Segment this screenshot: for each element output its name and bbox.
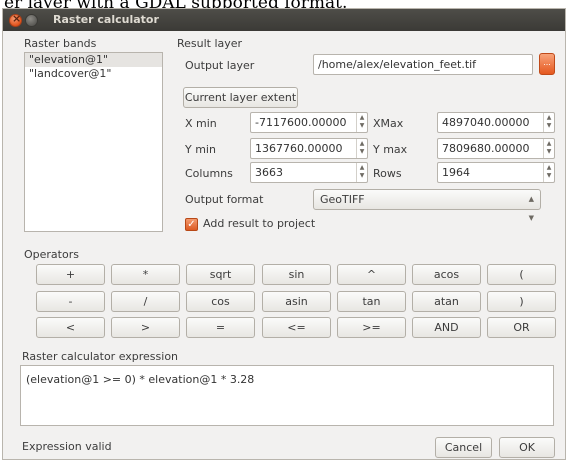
operator-minus-button[interactable]: -	[36, 291, 105, 312]
raster-bands-list[interactable]: "elevation@1" "landcover@1"	[24, 52, 163, 232]
xmax-spinbox[interactable]: 4897040.00000 ▲ ▼	[437, 112, 555, 133]
result-layer-heading: Result layer	[177, 37, 243, 50]
output-layer-label: Output layer	[185, 59, 255, 72]
expression-status: Expression valid	[22, 440, 112, 453]
operator-close-paren-button[interactable]: )	[487, 291, 556, 312]
xmax-label: XMax	[373, 117, 404, 130]
operator-equals-button[interactable]: =	[186, 317, 255, 338]
operator-less-than-button[interactable]: <	[36, 317, 105, 338]
operator-atan-button[interactable]: atan	[412, 291, 481, 312]
current-layer-extent-button[interactable]: Current layer extent	[183, 87, 298, 108]
xmax-spin-arrows-icon[interactable]: ▲ ▼	[543, 113, 554, 132]
ok-button[interactable]: OK	[499, 437, 555, 458]
operator-open-paren-button[interactable]: (	[487, 264, 556, 285]
ymax-spin-arrows-icon[interactable]: ▲ ▼	[543, 139, 554, 158]
add-result-label: Add result to project	[203, 217, 316, 230]
operator-tan-button[interactable]: tan	[337, 291, 406, 312]
operator-plus-button[interactable]: +	[36, 264, 105, 285]
cancel-button[interactable]: Cancel	[435, 437, 492, 458]
operator-sqrt-button[interactable]: sqrt	[186, 264, 255, 285]
ymax-label: Y max	[373, 143, 408, 156]
xmin-value: -7117600.00000	[255, 116, 347, 129]
ymax-value: 7809680.00000	[442, 142, 530, 155]
operator-acos-button[interactable]: acos	[412, 264, 481, 285]
expression-text: (elevation@1 >= 0) * elevation@1 * 3.28	[26, 373, 255, 386]
operators-heading: Operators	[24, 248, 79, 261]
browse-button[interactable]: ...	[539, 53, 555, 75]
expression-heading: Raster calculator expression	[22, 350, 179, 363]
columns-spin-arrows-icon[interactable]: ▲ ▼	[356, 163, 367, 182]
raster-band-item-landcover[interactable]: "landcover@1"	[25, 67, 162, 81]
rows-value: 1964	[442, 166, 470, 179]
raster-bands-heading: Raster bands	[24, 37, 97, 50]
columns-spinbox[interactable]: 3663 ▲ ▼	[250, 162, 368, 183]
ymax-spinbox[interactable]: 7809680.00000 ▲ ▼	[437, 138, 555, 159]
operator-sin-button[interactable]: sin	[262, 264, 331, 285]
output-format-select[interactable]: GeoTIFF ▲ ▼	[313, 189, 541, 222]
operator-multiply-button[interactable]: *	[111, 264, 180, 285]
operator-divide-button[interactable]: /	[111, 291, 180, 312]
ymin-label: Y min	[185, 143, 216, 156]
operator-and-button[interactable]: AND	[412, 317, 481, 338]
operator-asin-button[interactable]: asin	[262, 291, 331, 312]
operator-or-button[interactable]: OR	[487, 317, 556, 338]
operator-less-equal-button[interactable]: <=	[262, 317, 331, 338]
expression-editor[interactable]: (elevation@1 >= 0) * elevation@1 * 3.28	[20, 365, 554, 426]
xmin-label: X min	[185, 117, 217, 130]
rows-spinbox[interactable]: 1964 ▲ ▼	[437, 162, 555, 183]
title-bar: Raster calculator	[3, 9, 565, 31]
add-result-checkbox[interactable]: ✓	[185, 218, 198, 231]
close-window-button[interactable]	[9, 12, 22, 27]
operator-power-button[interactable]: ^	[337, 264, 406, 285]
rows-label: Rows	[373, 167, 402, 180]
ymin-spin-arrows-icon[interactable]: ▲ ▼	[356, 139, 367, 158]
operator-greater-than-button[interactable]: >	[111, 317, 180, 338]
output-format-value: GeoTIFF	[320, 193, 365, 206]
output-format-label: Output format	[185, 193, 264, 206]
raster-band-item-elevation[interactable]: "elevation@1"	[25, 53, 162, 67]
window-title: Raster calculator	[53, 13, 159, 26]
output-layer-field[interactable]: /home/alex/elevation_feet.tif	[313, 54, 533, 75]
combo-arrows-icon: ▲ ▼	[528, 195, 534, 222]
ymin-spinbox[interactable]: 1367760.00000 ▲ ▼	[250, 138, 368, 159]
ymin-value: 1367760.00000	[255, 142, 343, 155]
columns-value: 3663	[255, 166, 283, 179]
operator-cos-button[interactable]: cos	[186, 291, 255, 312]
xmin-spin-arrows-icon[interactable]: ▲ ▼	[356, 113, 367, 132]
columns-label: Columns	[185, 167, 233, 180]
background-document-text: er layer with a GDAL supported format.	[0, 0, 570, 8]
xmax-value: 4897040.00000	[442, 116, 530, 129]
rows-spin-arrows-icon[interactable]: ▲ ▼	[543, 163, 554, 182]
operator-greater-equal-button[interactable]: >=	[337, 317, 406, 338]
xmin-spinbox[interactable]: -7117600.00000 ▲ ▼	[250, 112, 368, 133]
minimize-window-button[interactable]	[25, 14, 38, 27]
